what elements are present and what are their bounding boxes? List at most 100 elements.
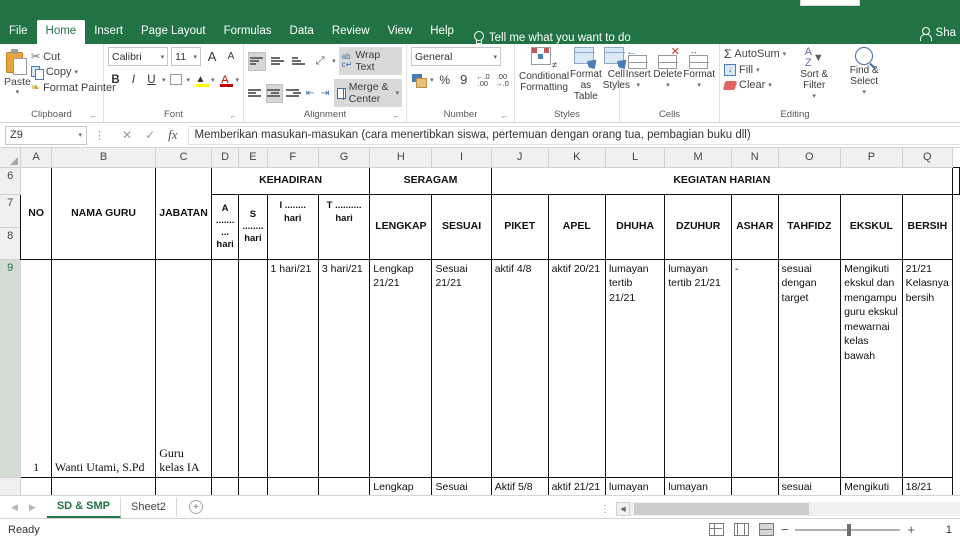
name-box[interactable]: Z9 ▾ [5, 125, 87, 145]
cell-O7-tahfidz-header[interactable]: TAHFIDZ [777, 193, 842, 260]
cell-D9-a[interactable] [210, 258, 240, 478]
chevron-down-icon[interactable]: ▾ [768, 81, 772, 89]
cell-B6-nama-guru-header[interactable]: NAMA GURU [50, 166, 157, 260]
cell-P9-ekskul[interactable]: Mengikuti ekskul dan mengampu guru eksku… [840, 258, 903, 478]
cell-J7-piket-header[interactable]: PIKET [490, 193, 549, 260]
accounting-format-button[interactable] [411, 70, 428, 89]
chevron-down-icon[interactable]: ▾ [186, 76, 190, 84]
align-center-button[interactable] [266, 83, 283, 103]
column-header-K[interactable]: K [547, 148, 606, 168]
wrap-text-button[interactable]: ab c↵ Wrap Text [338, 47, 403, 75]
scroll-grip-icon[interactable]: ⋮ [600, 504, 616, 515]
conditional-formatting-button[interactable]: ≠ Conditional Formatting [519, 47, 569, 93]
chevron-down-icon[interactable]: ▾ [430, 76, 434, 84]
fill-button[interactable]: ↓ Fill ▾ [724, 64, 786, 76]
column-header-A[interactable]: A [20, 148, 52, 168]
chevron-down-icon[interactable]: ▾ [783, 50, 787, 58]
alignment-dialog-launcher[interactable]: ⌐ [394, 113, 402, 121]
align-top-button[interactable] [248, 51, 267, 71]
cell-L10-dhuha[interactable]: lumayan tertib 21/21 [604, 476, 666, 495]
column-header-J[interactable]: J [490, 148, 549, 168]
column-header-C[interactable]: C [155, 148, 212, 168]
align-right-button[interactable] [286, 84, 301, 103]
clipboard-dialog-launcher[interactable]: ⌐ [91, 113, 99, 121]
column-header-F[interactable]: F [266, 148, 319, 168]
cell-H6-seragam-header[interactable]: SERAGAM [369, 166, 492, 195]
bold-button[interactable]: B [108, 70, 123, 89]
paste-button[interactable]: Paste ▾ [4, 47, 31, 96]
insert-function-icon[interactable]: fx [168, 127, 177, 143]
formula-input[interactable]: Memberikan masukan-masukan (cara menerti… [187, 125, 960, 145]
chevron-down-icon[interactable]: ▾ [636, 80, 640, 91]
cell-A6-no-header[interactable]: NO [20, 166, 52, 260]
page-break-preview-button[interactable] [758, 523, 774, 536]
next-sheet-icon[interactable]: ▶ [29, 502, 36, 513]
underline-button[interactable]: U [144, 70, 159, 89]
cell-G10[interactable] [317, 476, 371, 495]
insert-cells-button[interactable]: ← Insert ▾ [624, 47, 652, 91]
cell-E7-sub-s[interactable]: S ........ hari [238, 193, 268, 260]
italic-button[interactable]: I [126, 70, 141, 89]
cell-G7-sub-t[interactable]: T .......... hari [317, 193, 371, 260]
cell-J9-piket[interactable]: aktif 4/8 [490, 258, 549, 478]
chevron-down-icon[interactable]: ▾ [16, 88, 20, 96]
cell-F10[interactable] [266, 476, 319, 495]
cell-K9-apel[interactable]: aktif 20/21 [547, 258, 606, 478]
font-color-button[interactable]: A [217, 70, 234, 89]
column-header-G[interactable]: G [317, 148, 371, 168]
number-format-select[interactable]: General ▾ [411, 47, 501, 66]
row-header-6[interactable]: 6 [0, 166, 22, 195]
font-size-select[interactable]: 11 ▾ [171, 47, 202, 66]
chevron-down-icon[interactable]: ▾ [235, 76, 239, 84]
cancel-formula-icon[interactable]: ✕ [122, 128, 132, 142]
cell-H7-lengkap-header[interactable]: LENGKAP [369, 193, 433, 260]
column-header-M[interactable]: M [664, 148, 732, 168]
tell-me-search[interactable]: Tell me what you want to do [463, 31, 631, 44]
cell-N10-ashar[interactable] [731, 476, 779, 495]
font-family-select[interactable]: Calibri ▾ [108, 47, 169, 66]
increase-decimal-button[interactable]: ←.0.00 [475, 70, 491, 89]
cell-P10-ekskul[interactable]: Mengikuti ekskul dan [840, 476, 903, 495]
normal-view-button[interactable] [708, 523, 724, 536]
cell-F7-sub-i[interactable]: I ........ hari [266, 193, 319, 260]
align-bottom-button[interactable] [290, 52, 308, 71]
percent-style-button[interactable]: % [437, 70, 453, 89]
comma-style-button[interactable]: 9 [456, 70, 472, 89]
ribbon-tab-file[interactable]: File [0, 20, 37, 44]
zoom-slider-knob[interactable] [847, 523, 851, 536]
ribbon-tab-review[interactable]: Review [323, 20, 379, 44]
cell-Q7-bersih-header[interactable]: BERSIH [901, 193, 954, 260]
sort-filter-button[interactable]: A Z ▼ Sort & Filter ▾ [791, 47, 837, 102]
decrease-font-size-button[interactable]: A [223, 47, 239, 66]
cell-Q10-bersih[interactable]: 18/21 Kelasnya [901, 476, 954, 495]
zoom-in-button[interactable]: + [907, 522, 915, 537]
cell-J6-kegiatan-harian-header[interactable]: KEGIATAN HARIAN [490, 166, 954, 195]
cell-I7-sesuai-header[interactable]: SESUAI [431, 193, 492, 260]
delete-cells-button[interactable]: ✕ Delete ▾ [653, 47, 682, 91]
cell-H10-lengkap[interactable]: Lengkap 21/21 [369, 476, 433, 495]
column-header-D[interactable]: D [210, 148, 240, 168]
cell-A10[interactable] [20, 476, 52, 495]
confirm-formula-icon[interactable]: ✓ [145, 128, 155, 142]
chevron-down-icon[interactable]: ▾ [862, 87, 866, 98]
column-header-N[interactable]: N [731, 148, 779, 168]
format-as-table-button[interactable]: Format as Table [570, 47, 602, 102]
column-header-I[interactable]: I [431, 148, 492, 168]
align-left-button[interactable] [248, 84, 263, 103]
sheet-tab-sd-smp[interactable]: SD & SMP [46, 496, 122, 518]
font-dialog-launcher[interactable]: ⌐ [231, 113, 239, 121]
add-sheet-button[interactable]: + [188, 500, 203, 514]
cell-Q9-bersih[interactable]: 21/21 Kelasnya bersih [901, 258, 954, 478]
ribbon-tab-data[interactable]: Data [281, 20, 323, 44]
horizontal-scrollbar[interactable]: ⋮ ◀ [600, 502, 960, 516]
column-header-E[interactable]: E [238, 148, 268, 168]
cell-O9-tahfidz[interactable]: sesuai dengan target [777, 258, 842, 478]
column-header-P[interactable]: P [840, 148, 903, 168]
chevron-down-icon[interactable]: ▾ [211, 76, 215, 84]
chevron-down-icon[interactable]: ▾ [332, 57, 336, 65]
cell-K7-apel-header[interactable]: APEL [547, 193, 606, 260]
chevron-down-icon[interactable]: ▾ [396, 89, 400, 97]
select-all-corner[interactable] [0, 148, 22, 168]
cell-M9-dzuhur[interactable]: lumayan tertib 21/21 [664, 258, 732, 478]
column-header-L[interactable]: L [604, 148, 666, 168]
